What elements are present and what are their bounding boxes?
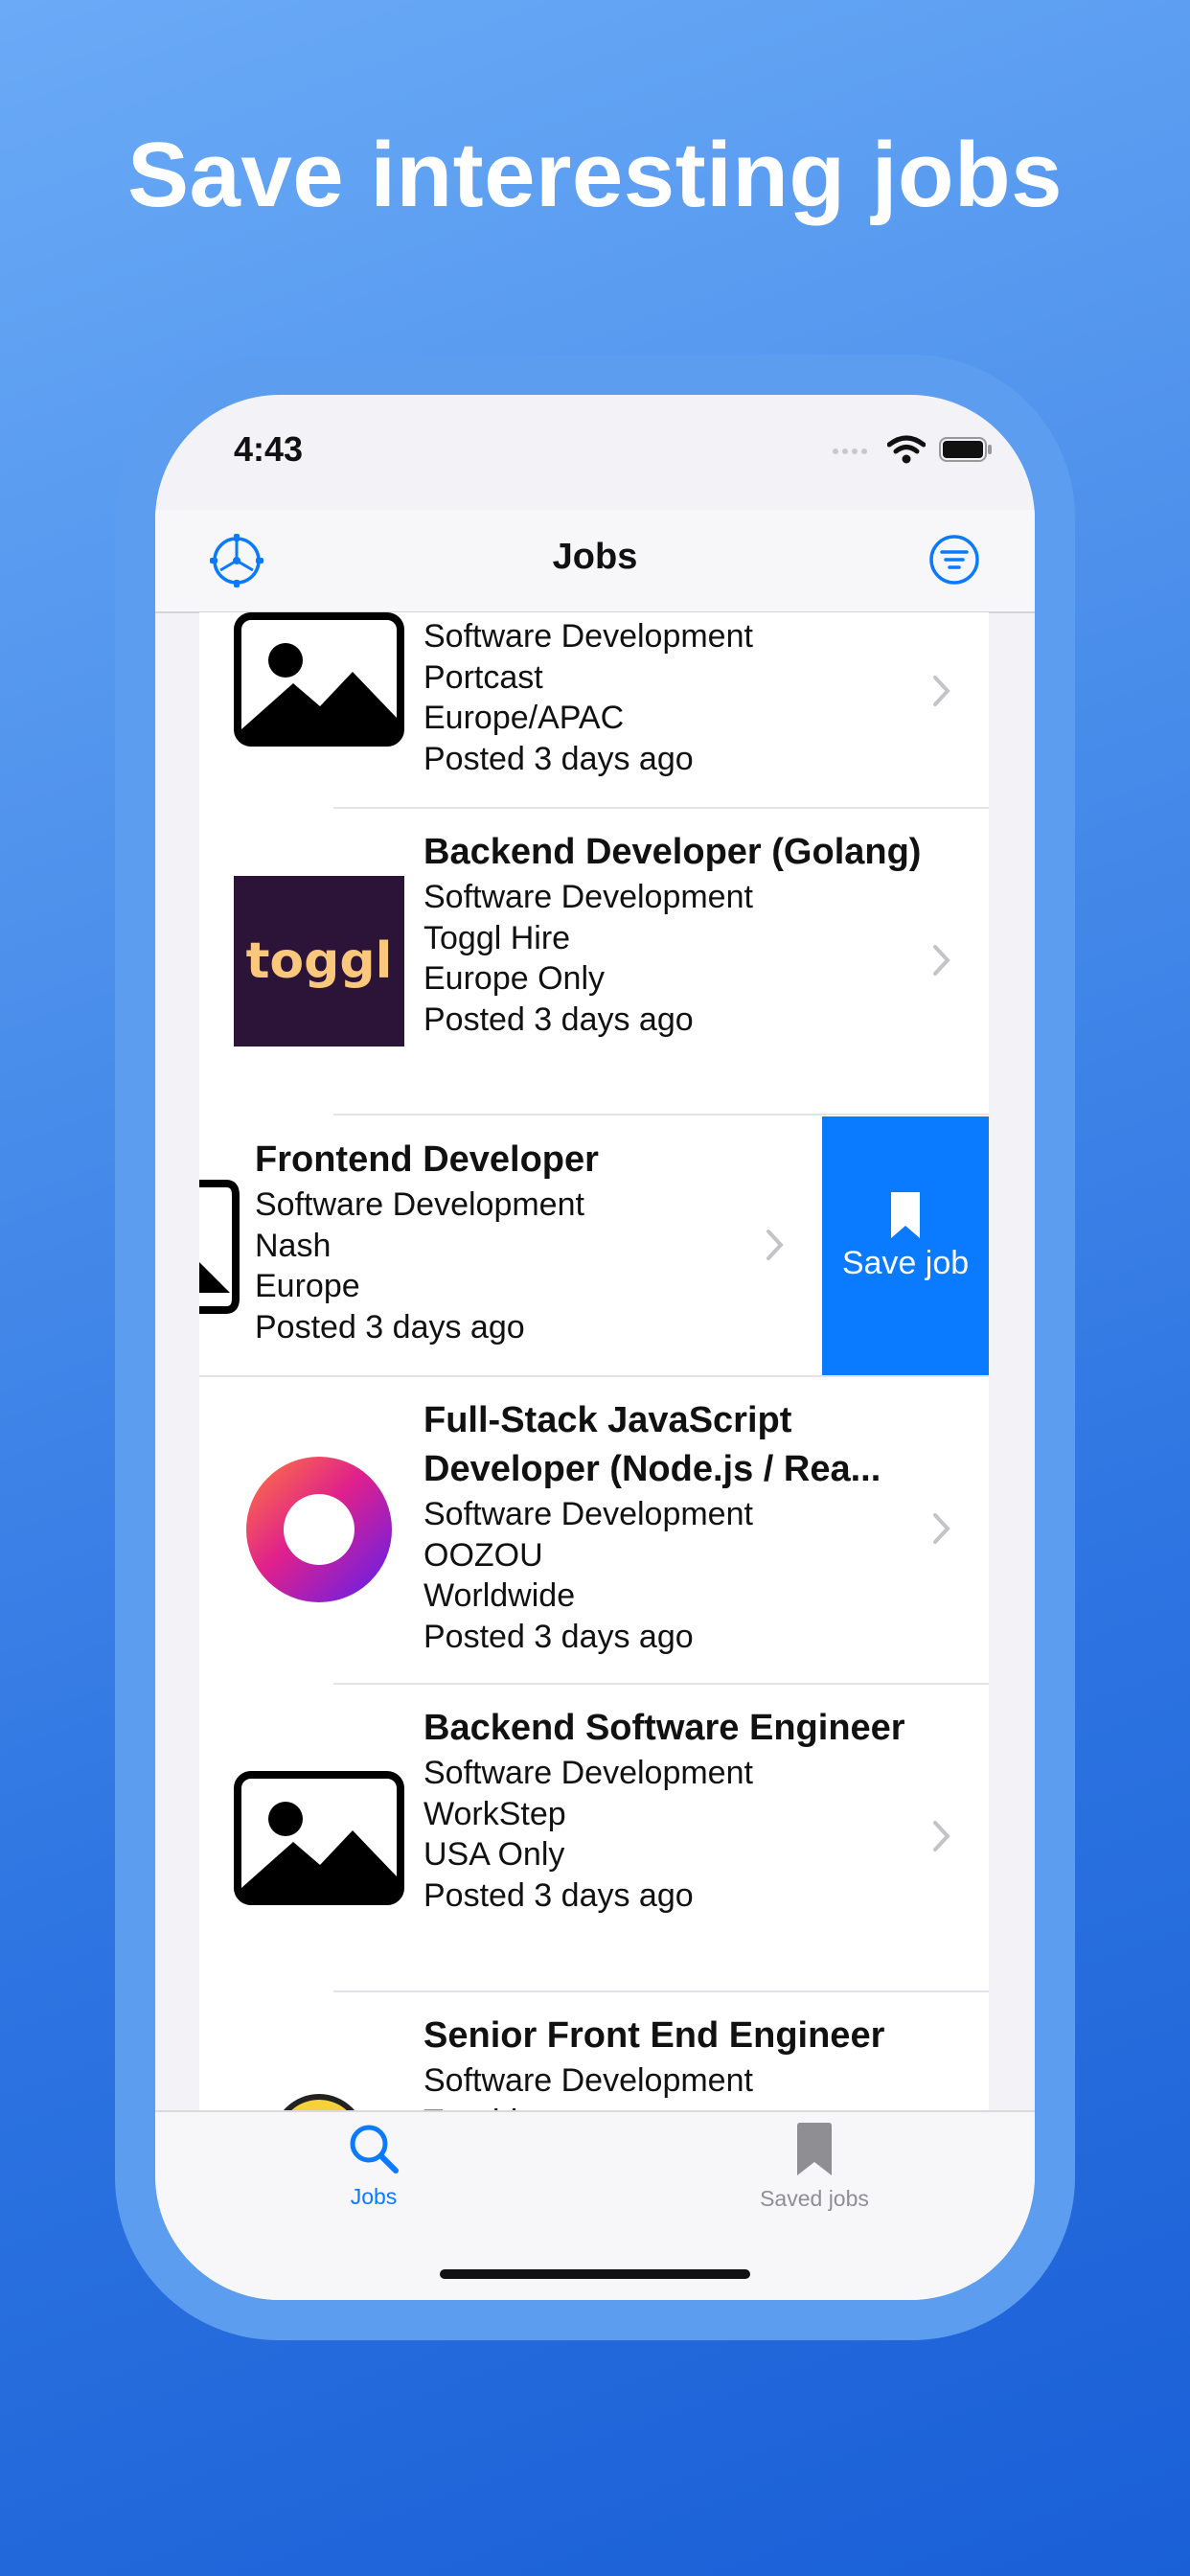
chevron-right-icon	[933, 1821, 950, 1852]
job-category: Software Development	[423, 1496, 753, 1532]
job-company: OOZOU	[423, 1536, 543, 1574]
job-row[interactable]: Senior Front End Engineer Software Devel…	[199, 1992, 989, 2121]
filter-icon[interactable]	[927, 533, 981, 586]
job-posted: Posted 3 days ago	[255, 1308, 525, 1346]
image-placeholder-icon	[234, 612, 404, 747]
job-company: WorkStep	[423, 1795, 566, 1832]
job-title: Frontend Developer	[255, 1139, 599, 1180]
job-location: Worldwide	[423, 1577, 576, 1614]
tab-saved-jobs-label: Saved jobs	[760, 2186, 869, 2211]
job-location: Europe	[255, 1268, 360, 1304]
battery-icon	[939, 437, 992, 462]
job-posted: Posted 3 days ago	[423, 740, 694, 777]
job-location: Europe/APAC	[423, 700, 625, 736]
phone-screen: 4:43 Jobs Software Development Portcast …	[155, 395, 1035, 2300]
job-title: Backend Software Engineer	[423, 1708, 905, 1748]
job-title: Full-Stack JavaScript Developer (Node.js…	[423, 1400, 881, 1489]
home-indicator	[440, 2269, 750, 2279]
job-row[interactable]: Full-Stack JavaScript Developer (Node.js…	[199, 1377, 989, 1682]
job-posted: Posted 3 days ago	[423, 1876, 694, 1914]
job-category: Software Development	[423, 1755, 753, 1791]
signal-icon	[833, 448, 867, 454]
tab-jobs[interactable]: Jobs	[278, 2122, 469, 2210]
job-category: Software Development	[255, 1186, 584, 1223]
tab-saved-jobs[interactable]: Saved jobs	[719, 2122, 910, 2212]
jobs-list[interactable]: Software Development Portcast Europe/APA…	[199, 612, 989, 2121]
headline: Save interesting jobs	[126, 124, 1064, 226]
chevron-right-icon	[933, 676, 950, 706]
job-posted: Posted 3 days ago	[423, 1618, 694, 1655]
image-placeholder-icon	[199, 1180, 240, 1314]
toggl-logo: toggl	[234, 876, 404, 1046]
save-job-button[interactable]: Save job	[822, 1116, 989, 1375]
job-title: Senior Front End Engineer	[423, 2015, 885, 2056]
job-row-swiped[interactable]: Frontend Developer Software Development …	[199, 1116, 989, 1375]
wifi-icon	[887, 435, 926, 464]
oozou-ring-logo	[246, 1457, 392, 1602]
status-time: 4:43	[234, 429, 304, 469]
page-title: Jobs	[552, 537, 638, 577]
job-location: Europe Only	[423, 960, 605, 997]
job-company: Toggl Hire	[423, 919, 571, 956]
navigation-bar: Jobs	[155, 510, 1035, 613]
job-company: Nash	[255, 1227, 332, 1264]
chevron-right-icon	[933, 945, 950, 976]
image-placeholder-icon	[234, 1771, 404, 1905]
job-category: Software Development	[423, 618, 753, 655]
job-posted: Posted 3 days ago	[423, 1000, 694, 1038]
job-category: Software Development	[423, 2062, 753, 2099]
chevron-right-icon	[933, 1513, 950, 1544]
job-row[interactable]: Backend Software Engineer Software Devel…	[199, 1685, 989, 1990]
chevron-right-icon	[767, 1230, 784, 1260]
status-icons	[832, 435, 993, 464]
search-icon	[350, 2125, 399, 2174]
job-row[interactable]: Software Development Portcast Europe/APA…	[199, 612, 989, 793]
job-row[interactable]: toggl Backend Developer (Golang) Softwar…	[199, 809, 989, 1114]
job-category: Software Development	[423, 879, 753, 915]
row-separator	[333, 1114, 989, 1116]
status-bar: 4:43	[155, 395, 1035, 510]
toggl-logo-text: toggl	[245, 932, 393, 990]
bookmark-icon	[891, 1192, 920, 1238]
job-title: Backend Developer (Golang)	[423, 832, 922, 872]
save-job-label: Save job	[841, 1245, 970, 1281]
bookmark-icon	[797, 2123, 832, 2175]
job-location: USA Only	[423, 1836, 565, 1873]
tab-jobs-label: Jobs	[350, 2184, 398, 2209]
job-company: Portcast	[423, 658, 543, 696]
